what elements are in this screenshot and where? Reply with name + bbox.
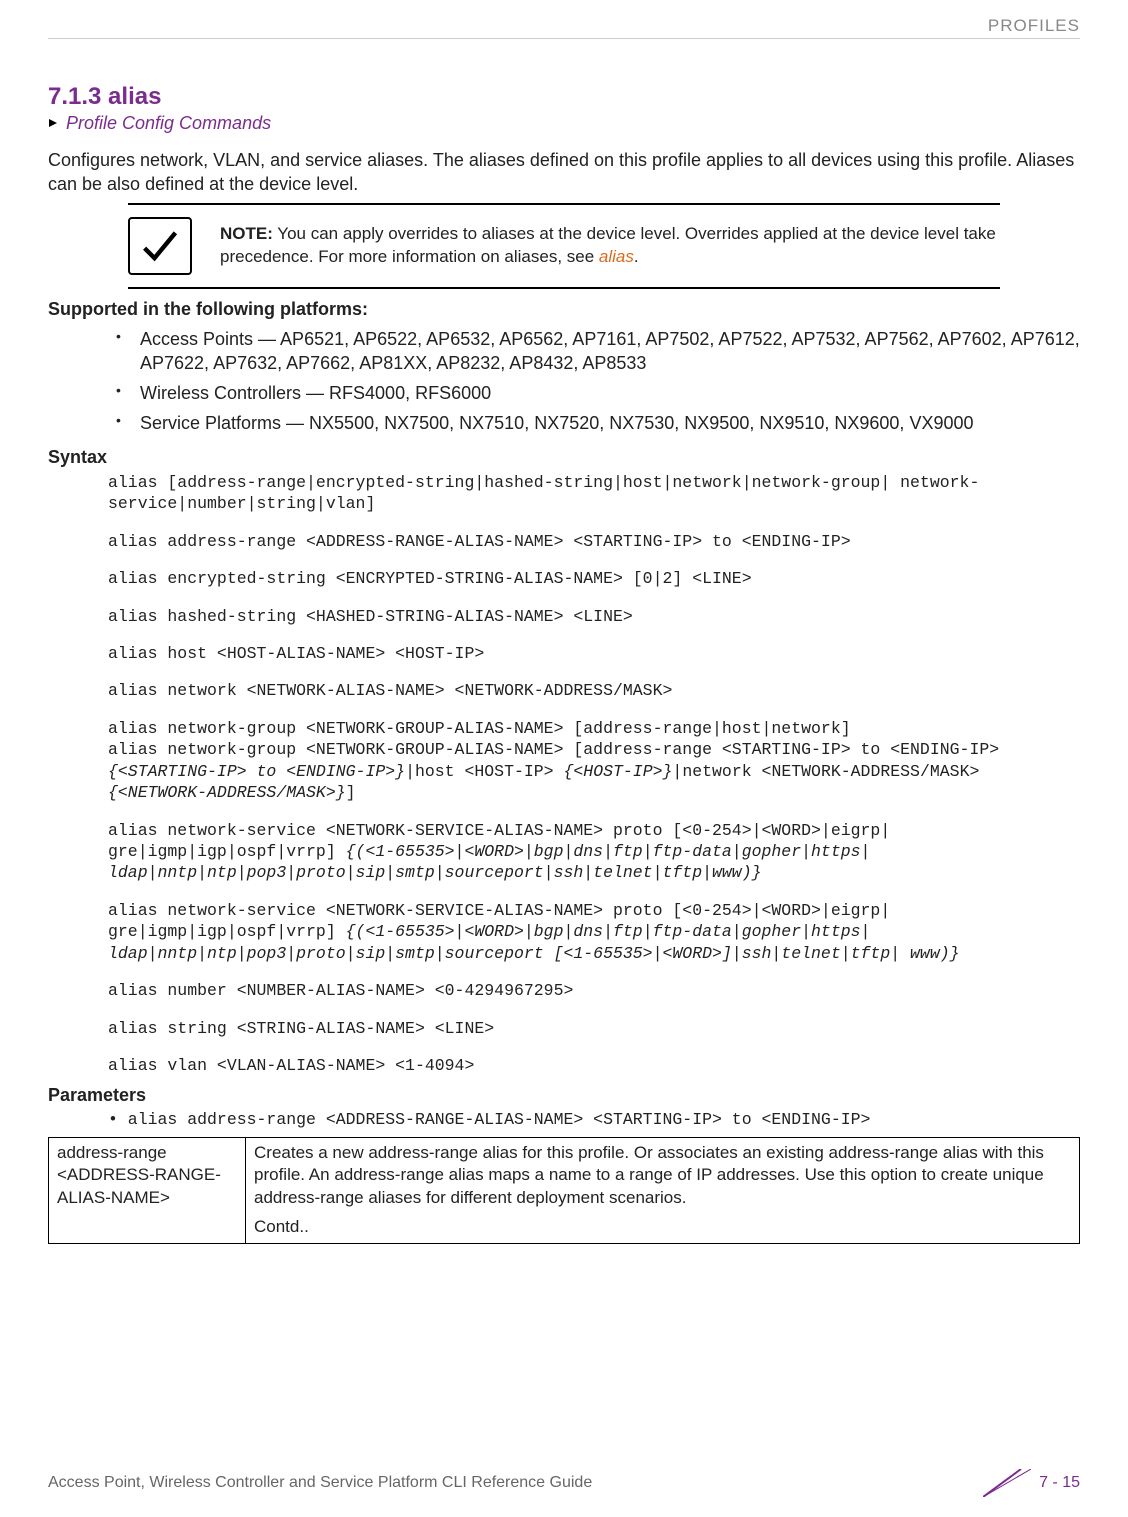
parameter-syntax-line: • alias address-range <ADDRESS-RANGE-ALI… <box>108 1110 1080 1129</box>
note-tail: . <box>634 247 639 266</box>
page-marker-icon <box>983 1469 1031 1497</box>
platforms-list: Access Points — AP6521, AP6522, AP6532, … <box>48 324 1080 439</box>
syntax-line: alias host <HOST-ALIAS-NAME> <HOST-IP> <box>108 643 1080 664</box>
note-block: NOTE: You can apply overrides to aliases… <box>128 203 1000 289</box>
list-item: Wireless Controllers — RFS4000, RFS6000 <box>108 378 1080 408</box>
page-footer: Access Point, Wireless Controller and Se… <box>48 1469 1080 1497</box>
parameter-table: address-range <ADDRESS-RANGE-ALIAS-NAME>… <box>48 1137 1080 1245</box>
syntax-line: alias network-group <NETWORK-GROUP-ALIAS… <box>108 718 1080 804</box>
param-desc-cell: Creates a new address-range alias for th… <box>246 1137 1080 1244</box>
syntax-line: alias network-service <NETWORK-SERVICE-A… <box>108 900 1080 964</box>
syntax-line: alias string <STRING-ALIAS-NAME> <LINE> <box>108 1018 1080 1039</box>
section-title: 7.1.3 alias <box>48 83 1080 111</box>
syntax-block: alias [address-range|encrypted-string|ha… <box>108 472 1080 1077</box>
platforms-heading: Supported in the following platforms: <box>48 299 1080 320</box>
syntax-line: alias hashed-string <HASHED-STRING-ALIAS… <box>108 606 1080 627</box>
syntax-heading: Syntax <box>48 447 1080 468</box>
syntax-line: alias vlan <VLAN-ALIAS-NAME> <1-4094> <box>108 1055 1080 1076</box>
arrow-right-icon <box>48 115 58 133</box>
note-text: NOTE: You can apply overrides to aliases… <box>220 223 1000 269</box>
intro-paragraph: Configures network, VLAN, and service al… <box>48 148 1080 197</box>
syntax-line: alias address-range <ADDRESS-RANGE-ALIAS… <box>108 531 1080 552</box>
syntax-line: alias network-service <NETWORK-SERVICE-A… <box>108 820 1080 884</box>
list-item: Service Platforms — NX5500, NX7500, NX75… <box>108 408 1080 438</box>
note-link[interactable]: alias <box>599 247 634 266</box>
header-category: PROFILES <box>48 16 1080 39</box>
footer-title: Access Point, Wireless Controller and Se… <box>48 1474 592 1492</box>
syntax-line: alias network <NETWORK-ALIAS-NAME> <NETW… <box>108 680 1080 701</box>
syntax-line: alias encrypted-string <ENCRYPTED-STRING… <box>108 568 1080 589</box>
check-icon <box>128 217 192 275</box>
parameters-heading: Parameters <box>48 1085 1080 1106</box>
param-name-cell: address-range <ADDRESS-RANGE-ALIAS-NAME> <box>49 1137 246 1244</box>
note-label: NOTE: <box>220 224 273 243</box>
page-number: 7 - 15 <box>983 1469 1080 1497</box>
table-row: address-range <ADDRESS-RANGE-ALIAS-NAME>… <box>49 1137 1080 1244</box>
breadcrumb-link[interactable]: Profile Config Commands <box>66 113 271 133</box>
syntax-line: alias [address-range|encrypted-string|ha… <box>108 472 1080 515</box>
list-item: Access Points — AP6521, AP6522, AP6532, … <box>108 324 1080 379</box>
syntax-line: alias number <NUMBER-ALIAS-NAME> <0-4294… <box>108 980 1080 1001</box>
